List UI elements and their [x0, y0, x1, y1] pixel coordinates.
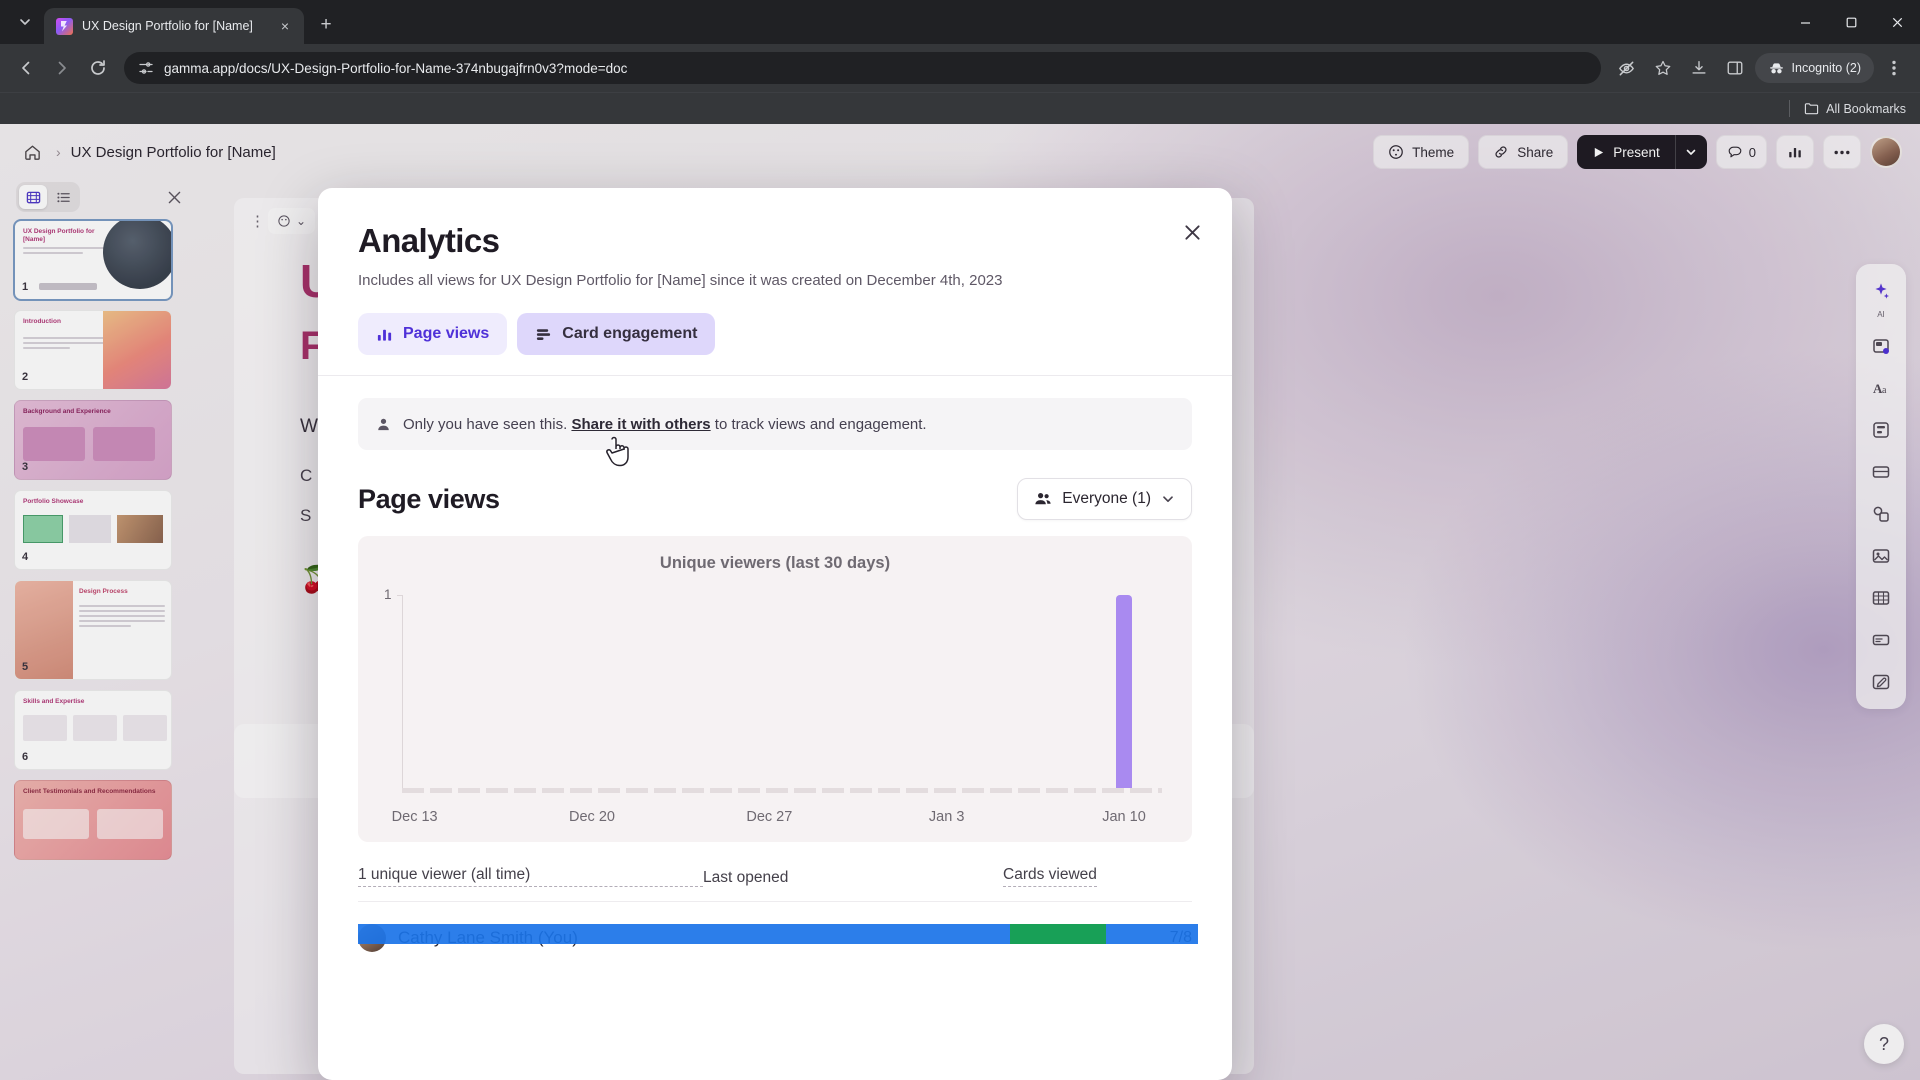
- notice-prefix: Only you have seen this.: [403, 415, 572, 433]
- browser-window: UX Design Portfolio for [Name] × + gamma…: [0, 0, 1920, 1080]
- table-row[interactable]: Cathy Lane Smith (You) 7/8: [358, 901, 1198, 957]
- x-axis-tick-label: Dec 20: [569, 809, 615, 825]
- folder-icon: [1804, 101, 1819, 116]
- window-controls: [1782, 0, 1920, 44]
- modal-title: Analytics: [358, 222, 500, 259]
- close-icon[interactable]: [1176, 216, 1208, 248]
- people-icon: [1034, 490, 1052, 508]
- tab-title: UX Design Portfolio for [Name]: [82, 19, 253, 33]
- kebab-menu-icon[interactable]: [1878, 52, 1910, 84]
- incognito-label: Incognito (2): [1791, 61, 1861, 75]
- share-link[interactable]: Share it with others: [571, 416, 710, 433]
- x-axis-line: [402, 788, 1162, 793]
- text-selection-highlight-secondary: [1010, 924, 1106, 944]
- filter-label: Everyone (1): [1062, 490, 1151, 507]
- person-icon: [376, 417, 391, 432]
- divider: [1789, 100, 1791, 117]
- back-icon[interactable]: [10, 52, 42, 84]
- browser-tab[interactable]: UX Design Portfolio for [Name] ×: [44, 8, 304, 44]
- incognito-indicator[interactable]: Incognito (2): [1754, 53, 1874, 83]
- modal-subtitle: Includes all views for UX Design Portfol…: [358, 272, 1003, 289]
- chevron-down-icon: [1161, 492, 1175, 506]
- gamma-app: › UX Design Portfolio for [Name] Theme S…: [0, 124, 1920, 1080]
- notice-text: Only you have seen this. Share it with o…: [403, 416, 927, 433]
- notice-suffix: to track views and engagement.: [710, 415, 927, 433]
- share-notice: Only you have seen this. Share it with o…: [358, 398, 1192, 450]
- minimize-icon[interactable]: [1782, 0, 1828, 44]
- all-bookmarks-label: All Bookmarks: [1826, 101, 1906, 116]
- audience-filter-dropdown[interactable]: Everyone (1): [1017, 478, 1192, 520]
- browser-toolbar: gamma.app/docs/UX-Design-Portfolio-for-N…: [0, 44, 1920, 92]
- reload-icon[interactable]: [82, 52, 114, 84]
- modal-body: Only you have seen this. Share it with o…: [318, 376, 1232, 1080]
- card-rows-icon: [535, 326, 552, 343]
- close-window-icon[interactable]: [1874, 0, 1920, 44]
- viewer-name: Cathy Lane Smith (You): [398, 927, 578, 947]
- maximize-icon[interactable]: [1828, 0, 1874, 44]
- modal-header: Analytics Includes all views for UX Desi…: [318, 188, 1232, 375]
- bookmarks-bar: All Bookmarks: [0, 92, 1920, 124]
- tab-page-views[interactable]: Page views: [358, 313, 508, 355]
- column-header-unique-viewer[interactable]: 1 unique viewer (all time): [358, 866, 703, 887]
- column-header-cards-viewed[interactable]: Cards viewed: [1003, 866, 1097, 887]
- download-icon[interactable]: [1683, 52, 1715, 84]
- cards-viewed-value: 7/8: [1169, 928, 1192, 946]
- new-tab-button[interactable]: +: [312, 11, 340, 39]
- tab-card-engagement[interactable]: Card engagement: [517, 313, 716, 355]
- address-bar[interactable]: gamma.app/docs/UX-Design-Portfolio-for-N…: [124, 52, 1601, 84]
- avatar: [358, 923, 386, 952]
- analytics-modal: Analytics Includes all views for UX Desi…: [318, 188, 1232, 1080]
- chart-bars: [402, 595, 1162, 788]
- url-text: gamma.app/docs/UX-Design-Portfolio-for-N…: [164, 60, 628, 76]
- close-icon[interactable]: ×: [276, 17, 294, 35]
- chart-plot-area: 1 Dec 13 Dec 20 Dec 27 Jan 3 Jan 10: [384, 587, 1162, 825]
- x-axis-tick-label: Dec 27: [746, 809, 793, 825]
- viewers-table: 1 unique viewer (all time) Last opened C…: [358, 866, 1198, 957]
- table-header-row: 1 unique viewer (all time) Last opened C…: [358, 866, 1192, 901]
- x-axis-tick-label: Jan 10: [1102, 809, 1146, 825]
- x-axis-tick-label: Jan 3: [928, 809, 965, 825]
- incognito-icon: [1768, 60, 1785, 77]
- star-icon[interactable]: [1647, 52, 1679, 84]
- bar-chart-icon: [376, 326, 393, 343]
- page-views-section-header: Page views Everyone (1): [358, 478, 1192, 520]
- eye-off-icon[interactable]: [1611, 52, 1643, 84]
- section-title: Page views: [358, 483, 500, 514]
- tab-search-icon[interactable]: [10, 7, 40, 37]
- modal-tabs: Page views Card engagement: [358, 313, 1192, 375]
- chart-title: Unique viewers (last 30 days): [659, 554, 891, 572]
- forward-icon[interactable]: [46, 52, 78, 84]
- y-axis-tick-label: 1: [384, 587, 392, 602]
- tab-strip: UX Design Portfolio for [Name] × +: [0, 0, 1920, 44]
- x-axis-tick-label: Dec 13: [391, 809, 438, 825]
- chart-bar: [1115, 595, 1133, 788]
- page-info-icon[interactable]: [138, 60, 154, 76]
- tab-label: Card engagement: [562, 325, 698, 342]
- column-header-last-opened: Last opened: [703, 869, 789, 886]
- x-axis-labels: Dec 13 Dec 20 Dec 27 Jan 3 Jan 10: [392, 809, 1162, 829]
- unique-viewers-chart: Unique viewers (last 30 days) 1 Dec 13 De…: [358, 536, 1192, 842]
- tab-label: Page views: [403, 325, 490, 342]
- gamma-logo-icon: [56, 17, 73, 35]
- side-panel-icon[interactable]: [1719, 52, 1751, 84]
- all-bookmarks-button[interactable]: All Bookmarks: [1804, 101, 1906, 116]
